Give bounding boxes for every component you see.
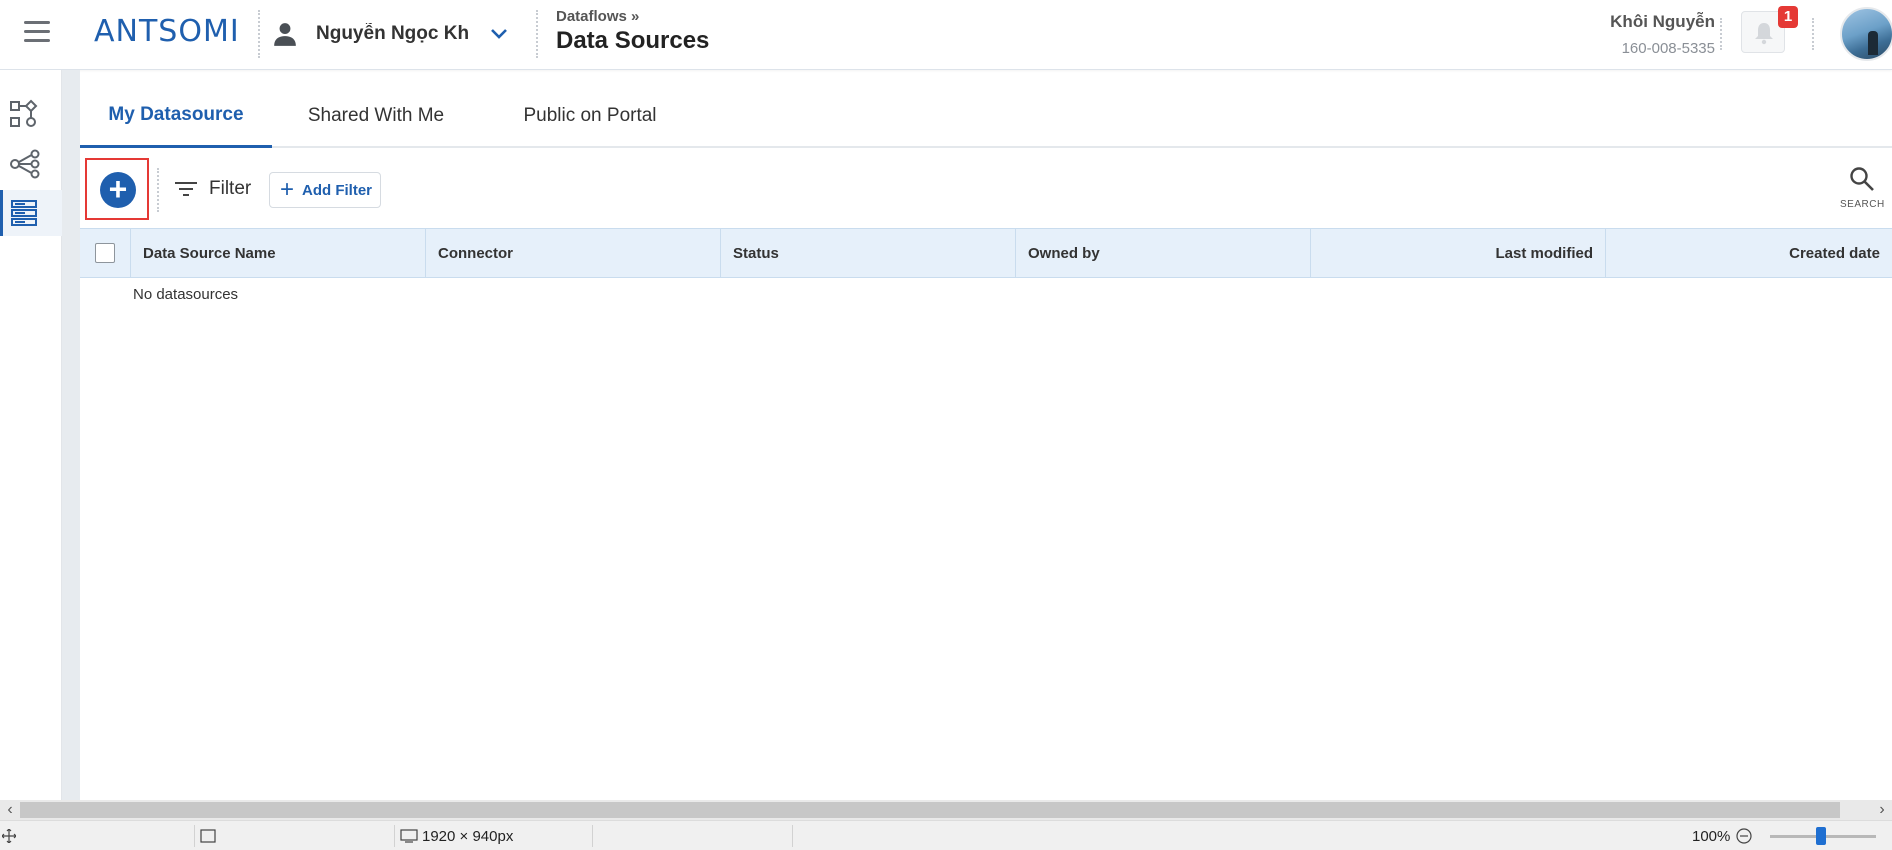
toolbar-divider	[157, 168, 159, 212]
bell-icon	[1755, 23, 1773, 45]
tab-public-on-portal[interactable]: Public on Portal	[480, 84, 700, 148]
page-title: Data Sources	[556, 27, 710, 54]
chevron-down-icon[interactable]	[490, 28, 508, 40]
horizontal-scrollbar[interactable]: ‹ ›	[0, 800, 1892, 820]
add-datasource-button[interactable]: +	[100, 172, 136, 208]
zoom-level: 100%	[1692, 828, 1731, 845]
account-name: Nguyễn Ngọc Kh...	[316, 23, 468, 44]
header-divider	[1720, 18, 1722, 50]
status-separator	[792, 825, 793, 847]
search-button[interactable]: SEARCH	[1840, 166, 1884, 210]
content-gutter	[62, 70, 80, 820]
status-separator	[394, 825, 395, 847]
sidebar-item-workflow[interactable]	[0, 90, 62, 136]
column-header-last-modified[interactable]: Last modified	[1311, 229, 1606, 277]
select-all-checkbox[interactable]	[95, 243, 115, 263]
share-nodes-icon	[10, 149, 40, 179]
user-icon	[274, 23, 296, 46]
antsomi-logo[interactable]: ANTSOMI	[94, 14, 240, 49]
tab-shared-with-me[interactable]: Shared With Me	[276, 84, 476, 148]
image-dimensions: 1920 × 940px	[422, 828, 514, 845]
column-header-status[interactable]: Status	[721, 229, 1016, 277]
column-header-owned-by[interactable]: Owned by	[1016, 229, 1311, 277]
sidebar-item-share[interactable]	[0, 140, 62, 186]
filter-label: Filter	[209, 178, 252, 199]
scrollbar-thumb[interactable]	[20, 802, 1840, 818]
workflow-icon	[10, 99, 38, 127]
account-selector[interactable]: Nguyễn Ngọc Kh...	[272, 19, 508, 49]
status-separator	[592, 825, 593, 847]
column-header-connector[interactable]: Connector	[426, 229, 721, 277]
add-datasource-highlight[interactable]: +	[85, 158, 149, 220]
user-info: Khôi Nguyễn 160-008-5335	[1610, 12, 1715, 57]
move-cursor-icon	[2, 829, 16, 843]
column-header-name[interactable]: Data Source Name	[131, 229, 426, 277]
left-sidebar	[0, 70, 62, 820]
column-header-created-date[interactable]: Created date	[1606, 229, 1892, 277]
filter-button[interactable]: Filter	[175, 176, 251, 202]
filter-icon	[175, 182, 197, 196]
sidebar-item-datasources[interactable]	[0, 190, 62, 236]
add-filter-label: Add Filter	[302, 181, 373, 199]
notification-badge: 1	[1778, 6, 1798, 28]
breadcrumb: Dataflows » Data Sources	[556, 8, 709, 55]
scroll-right-icon[interactable]: ›	[1872, 800, 1892, 820]
empty-table-message: No datasources	[133, 286, 239, 303]
zoom-slider-thumb[interactable]	[1816, 827, 1826, 845]
header-divider	[1812, 18, 1814, 50]
search-label: SEARCH	[1840, 199, 1885, 210]
breadcrumb-parent-link[interactable]: Dataflows »	[556, 8, 709, 25]
datasource-list-icon	[11, 200, 37, 226]
toolbar: + Filter + Add Filter SEARCH	[80, 158, 1892, 228]
status-separator	[194, 825, 195, 847]
tab-my-datasource[interactable]: My Datasource	[80, 84, 272, 148]
avatar[interactable]	[1840, 7, 1892, 61]
table-header: Data Source Name Connector Status Owned …	[80, 228, 1892, 278]
search-icon	[1850, 167, 1874, 191]
user-name: Khôi Nguyễn	[1610, 12, 1715, 31]
top-header: ANTSOMI Nguyễn Ngọc Kh... Dataflows » Da…	[0, 0, 1892, 70]
header-divider	[536, 10, 538, 58]
status-bar: 1920 × 940px 100%	[0, 820, 1892, 850]
user-phone: 160-008-5335	[1621, 40, 1715, 57]
plus-icon: +	[280, 176, 295, 203]
selection-icon	[200, 829, 216, 843]
screen-size-icon	[400, 829, 418, 843]
zoom-out-icon[interactable]	[1736, 828, 1752, 844]
scroll-left-icon[interactable]: ‹	[0, 800, 20, 820]
tab-bar: My Datasource Shared With Me Public on P…	[80, 84, 1892, 148]
select-all-cell	[80, 229, 131, 277]
add-filter-button[interactable]: + Add Filter	[269, 172, 381, 208]
header-divider	[258, 10, 260, 58]
main-panel: My Datasource Shared With Me Public on P…	[80, 84, 1892, 820]
hamburger-menu-icon[interactable]	[24, 21, 50, 43]
